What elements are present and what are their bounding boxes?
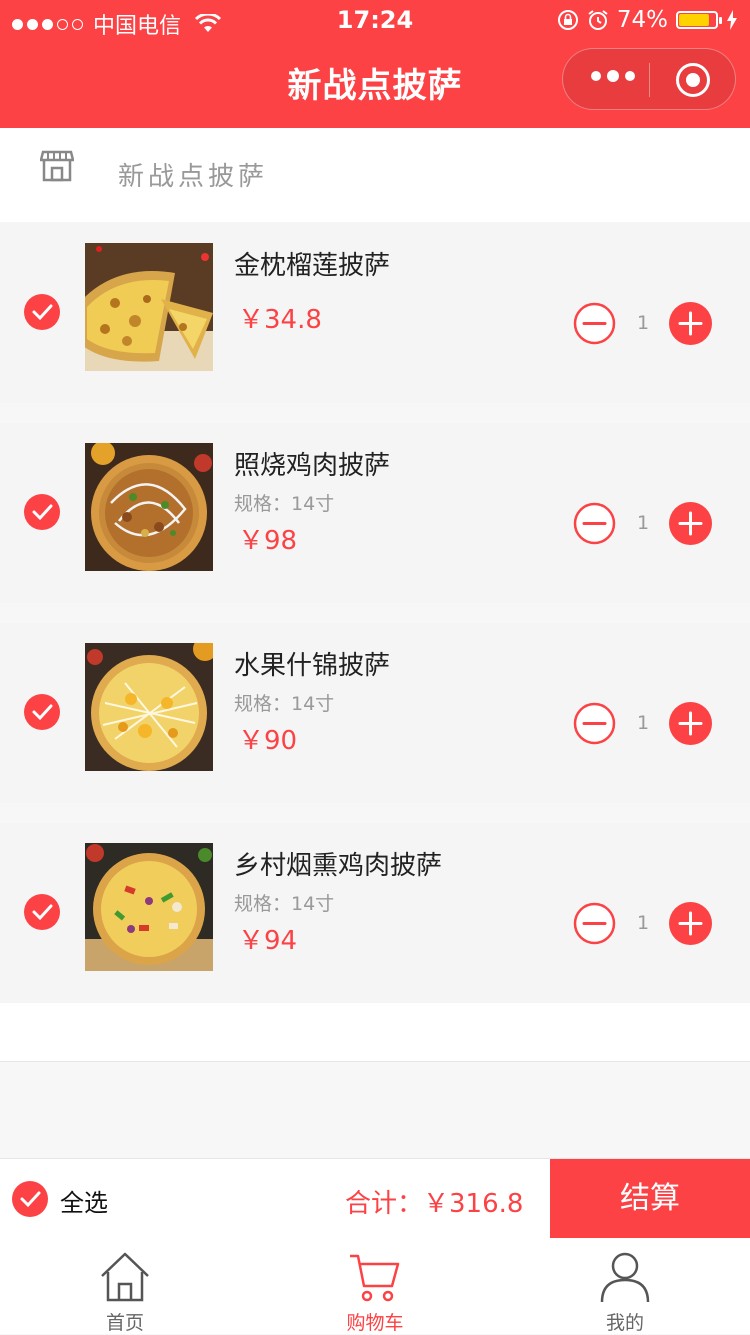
battery-icon	[676, 11, 722, 29]
quantity-value: 1	[636, 512, 650, 534]
list-footer-spacer	[0, 1003, 750, 1062]
select-all-checkbox[interactable]	[12, 1181, 48, 1217]
home-icon	[101, 1252, 149, 1302]
quantity-value: 1	[636, 912, 650, 934]
select-all-label[interactable]: 全选	[60, 1183, 108, 1218]
user-icon	[600, 1252, 650, 1303]
product-name: 照烧鸡肉披萨	[234, 451, 391, 481]
tab-home[interactable]: 首页	[0, 1238, 250, 1334]
decrease-quantity-button[interactable]	[573, 502, 616, 545]
shop-name: 新战点披萨	[118, 162, 269, 192]
increase-quantity-button[interactable]	[669, 702, 712, 745]
check-icon	[32, 504, 53, 521]
quantity-value: 1	[636, 312, 650, 334]
increase-quantity-button[interactable]	[669, 902, 712, 945]
item-checkbox[interactable]	[24, 894, 60, 930]
product-name: 乡村烟熏鸡肉披萨	[234, 851, 443, 881]
product-name: 水果什锦披萨	[234, 651, 391, 681]
check-icon	[32, 704, 53, 721]
product-spec: 规格：14寸	[234, 693, 335, 715]
check-icon	[20, 1191, 41, 1208]
item-checkbox[interactable]	[24, 294, 60, 330]
cart-summary-bar: 全选 合计：￥316.8 结算	[0, 1158, 750, 1239]
decrease-quantity-button[interactable]	[573, 302, 616, 345]
decrease-quantity-button[interactable]	[573, 902, 616, 945]
cart-item: 乡村烟熏鸡肉披萨 规格：14寸 ￥94 1	[0, 823, 750, 1003]
product-image[interactable]	[85, 843, 213, 971]
total-value: ￥316.8	[423, 1189, 524, 1219]
charging-icon	[727, 10, 737, 30]
fruit-pizza-image	[85, 643, 213, 771]
product-price: ￥98	[238, 526, 298, 556]
cart-item: 照烧鸡肉披萨 规格：14寸 ￥98 1	[0, 423, 750, 603]
product-spec: 规格：14寸	[234, 893, 335, 915]
tab-label: 首页	[105, 1312, 144, 1334]
product-spec: 规格：14寸	[234, 493, 335, 515]
alarm-icon	[588, 10, 608, 30]
tab-label: 购物车	[346, 1312, 404, 1334]
increase-quantity-button[interactable]	[669, 502, 712, 545]
store-icon	[40, 150, 74, 182]
cart-total: 合计：￥316.8	[345, 1183, 523, 1220]
smoked-chicken-pizza-image	[85, 843, 213, 971]
quantity-value: 1	[636, 712, 650, 734]
check-icon	[32, 304, 53, 321]
teriyaki-chicken-pizza-image	[85, 443, 213, 571]
decrease-quantity-button[interactable]	[573, 702, 616, 745]
shop-header: 新战点披萨	[0, 128, 750, 222]
checkout-button[interactable]: 结算	[550, 1159, 750, 1239]
product-price: ￥94	[238, 926, 298, 956]
battery-percent: 74%	[616, 7, 668, 33]
total-label: 合计：	[345, 1189, 424, 1219]
check-icon	[32, 904, 53, 921]
close-miniprogram-icon[interactable]	[676, 63, 710, 97]
durian-pizza-image	[85, 243, 213, 371]
tab-profile[interactable]: 我的	[500, 1238, 750, 1334]
item-checkbox[interactable]	[24, 694, 60, 730]
rotation-lock-icon	[557, 10, 578, 30]
cart-item: 水果什锦披萨 规格：14寸 ￥90 1	[0, 623, 750, 803]
product-price: ￥90	[238, 726, 298, 756]
tab-label: 我的	[605, 1312, 644, 1334]
product-image[interactable]	[85, 443, 213, 571]
product-name: 金枕榴莲披萨	[234, 251, 391, 281]
more-icon[interactable]	[591, 70, 635, 82]
product-price: ￥34.8	[238, 305, 322, 335]
increase-quantity-button[interactable]	[669, 302, 712, 345]
app-header: 中国电信 17:24 74% 新战点披萨	[0, 0, 750, 128]
product-image[interactable]	[85, 643, 213, 771]
capsule-divider	[649, 63, 650, 97]
item-checkbox[interactable]	[24, 494, 60, 530]
product-image[interactable]	[85, 243, 213, 371]
cart-icon	[350, 1254, 400, 1302]
tab-bar: 首页 购物车 我的	[0, 1238, 750, 1334]
status-bar: 中国电信 17:24 74%	[0, 0, 750, 40]
cart-item: 金枕榴莲披萨 ￥34.8 1	[0, 223, 750, 403]
tab-cart[interactable]: 购物车	[250, 1238, 500, 1334]
miniprogram-capsule	[562, 48, 736, 110]
